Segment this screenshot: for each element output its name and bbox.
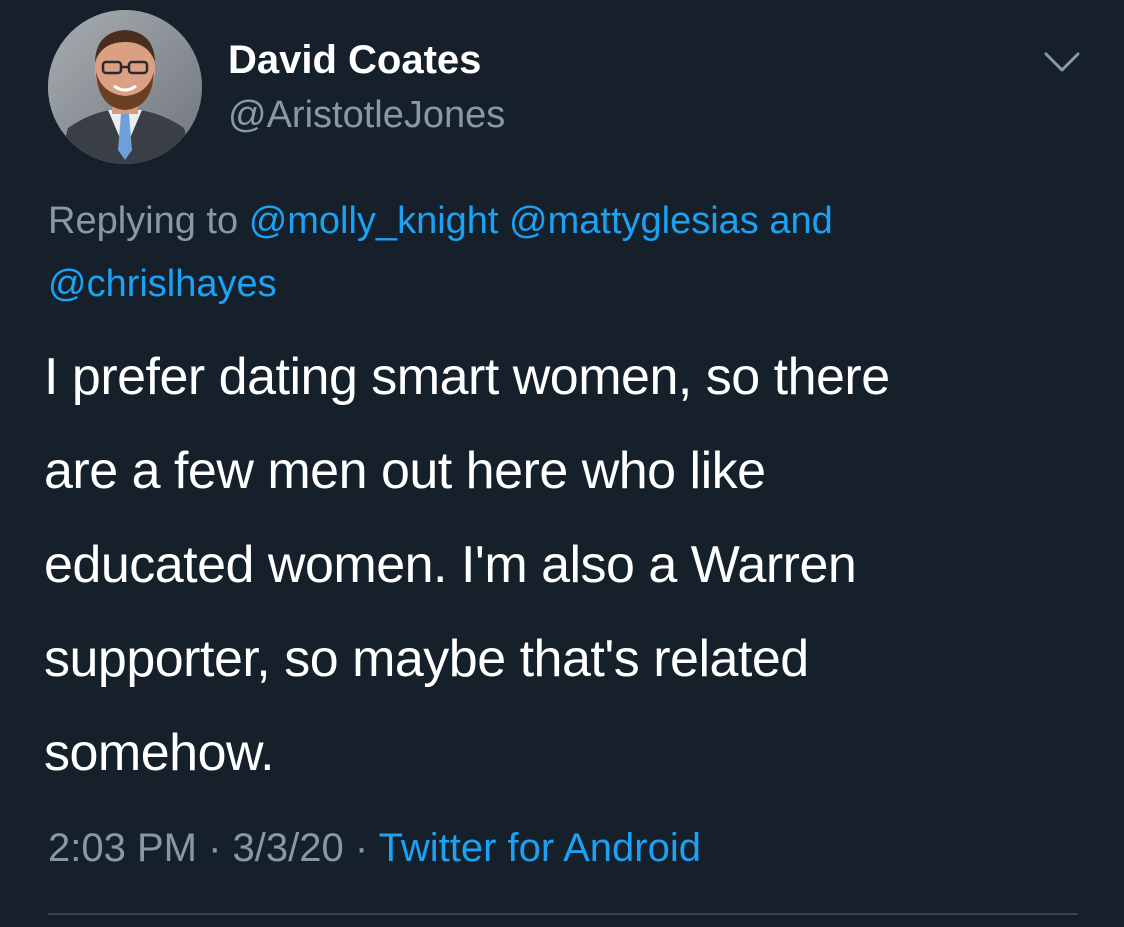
tweet-meta: 2:03 PM · 3/3/20 · Twitter for Android xyxy=(48,826,701,871)
tweet-text: I prefer dating smart women, so there ar… xyxy=(44,330,1104,800)
tweet-text-line: I prefer dating smart women, so there xyxy=(44,348,890,406)
replying-to-label: Replying to xyxy=(48,200,239,242)
meta-separator: · xyxy=(354,826,369,870)
meta-separator: · xyxy=(208,826,222,870)
tweet-source-link[interactable]: Twitter for Android xyxy=(379,826,701,870)
chevron-down-icon[interactable] xyxy=(1040,42,1084,82)
tweet-text-line: supporter, so maybe that's related xyxy=(44,630,809,688)
mention-link[interactable]: @chrislhayes xyxy=(48,263,277,305)
user-handle[interactable]: @AristotleJones xyxy=(228,94,505,137)
mention-link[interactable]: @molly_knight xyxy=(249,200,499,242)
tweet-card: David Coates @AristotleJones Replying to… xyxy=(0,0,1124,927)
avatar-image xyxy=(48,10,202,164)
avatar[interactable] xyxy=(48,10,202,164)
tweet-date[interactable]: 3/3/20 xyxy=(233,826,344,870)
display-name[interactable]: David Coates xyxy=(228,38,481,83)
replying-to: Replying to @molly_knight @mattyglesias … xyxy=(48,190,1088,316)
mention-link[interactable]: @mattyglesias xyxy=(509,200,759,242)
tweet-text-line: somehow. xyxy=(44,724,275,782)
divider xyxy=(48,913,1078,915)
tweet-text-line: are a few men out here who like xyxy=(44,442,766,500)
mention-conjunction[interactable]: and xyxy=(769,200,832,242)
tweet-text-line: educated women. I'm also a Warren xyxy=(44,536,857,594)
tweet-time[interactable]: 2:03 PM xyxy=(48,826,197,870)
